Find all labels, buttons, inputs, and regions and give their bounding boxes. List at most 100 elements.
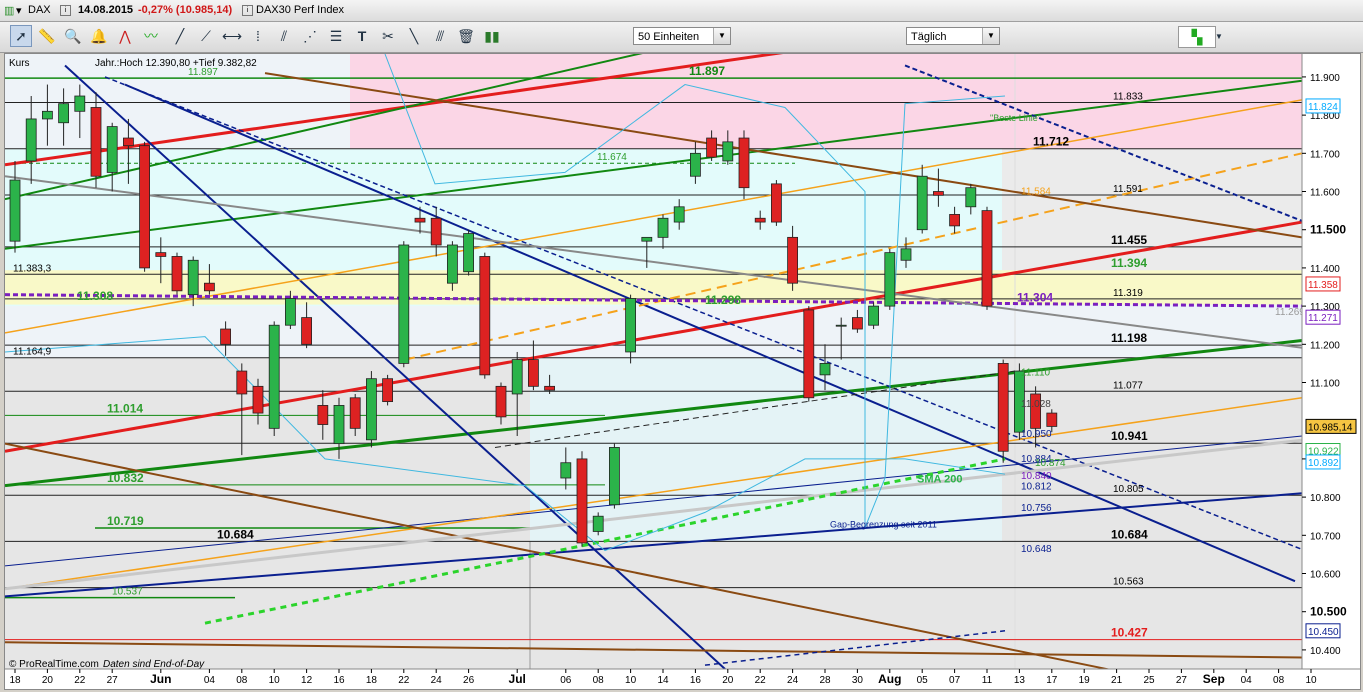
parallel-tool-icon[interactable]: ⫻: [430, 26, 450, 46]
y-tick-label: 11.200: [1310, 340, 1340, 351]
x-tick-label: 16: [690, 675, 702, 686]
price-tag-label: 11.824: [1308, 102, 1338, 113]
x-tick-label: 10: [1305, 675, 1317, 686]
price-chart[interactable]: 11.897 11.833 11.712 11.674 11.591 11.584 11.4…: [4, 33, 1360, 689]
candle: [981, 210, 993, 307]
candle: [203, 282, 215, 292]
vline-tool-icon[interactable]: ⁞: [248, 26, 268, 46]
y-tick-label: 10.500: [1310, 605, 1347, 619]
candle: [106, 126, 118, 173]
x-tick-label: 27: [1176, 675, 1188, 686]
candle: [544, 385, 555, 391]
bars-icon[interactable]: ▮▮: [482, 26, 502, 46]
ruler-tool-icon[interactable]: 📏: [37, 26, 57, 46]
hline-tool-icon[interactable]: ⟷: [222, 26, 242, 46]
level-label: 10.719: [107, 514, 144, 528]
pattern-tool-icon[interactable]: ⋀: [115, 26, 135, 46]
annotation: Gap-Begrenzung seit 2011: [830, 520, 937, 530]
candle: [349, 397, 361, 429]
candle: [123, 137, 134, 147]
candle: [609, 447, 620, 506]
candle: [706, 137, 717, 158]
level-label: 11.394: [1111, 256, 1147, 270]
candle: [268, 324, 280, 429]
level-label: 10.537: [112, 587, 143, 598]
symbol-arrow-icon[interactable]: ▾: [16, 4, 22, 17]
price-tag-label: 11.271: [1308, 313, 1338, 324]
candle: [58, 103, 69, 124]
x-tick-label: Aug: [878, 672, 901, 686]
symbol-label: DAX: [28, 4, 51, 16]
candle: [284, 298, 296, 326]
candle: [949, 214, 960, 227]
candle: [317, 405, 329, 425]
level-label: 10.840: [1021, 471, 1052, 482]
trash-icon[interactable]: 🗑: [456, 26, 476, 46]
alert-tool-icon[interactable]: 🔔: [89, 26, 109, 46]
y-tick-label: 10.700: [1310, 531, 1341, 542]
y-tick-label: 10.800: [1310, 493, 1341, 504]
indicator-icon[interactable]: ▚: [1178, 26, 1216, 48]
chart-header-label: Kurs: [9, 58, 30, 69]
x-tick-label: 16: [333, 675, 345, 686]
ray-tool-icon[interactable]: ⟋: [196, 26, 216, 46]
x-tick-label: 14: [657, 675, 669, 686]
candle: [382, 378, 394, 403]
level-label: 11.584: [1021, 187, 1051, 198]
x-tick-label: 24: [431, 675, 443, 686]
line-tool-icon[interactable]: ╲: [404, 26, 424, 46]
text-tool-icon[interactable]: T: [352, 26, 372, 46]
level-label: 10.805: [1113, 484, 1144, 495]
price-tag-label: 10.985,14: [1308, 422, 1353, 433]
pointer-tool-icon[interactable]: ➚: [10, 25, 32, 47]
level-label: 11.712: [1033, 135, 1069, 149]
candle: [884, 252, 896, 307]
wave-tool-icon[interactable]: 〰: [141, 26, 161, 46]
fibonacci-tool-icon[interactable]: ☰: [326, 26, 346, 46]
candle: [738, 137, 750, 189]
x-tick-label: 30: [852, 675, 864, 686]
candle: [187, 259, 199, 296]
candle: [722, 141, 734, 162]
x-tick-label: 24: [787, 675, 799, 686]
chart-icon: ▥: [4, 5, 15, 17]
date-label: 14.08.2015: [78, 4, 134, 16]
drawing-toolbar: ➚ 📏 🔍 🔔 ⋀ 〰 ╱ ⟋ ⟷ ⁞ ⫽ ⋰ ☰ T ✂ ╲ ⫻ 🗑 ▮▮ 5…: [0, 22, 1363, 53]
candle: [25, 118, 37, 162]
units-select[interactable]: 50 Einheiten ▼: [633, 27, 731, 45]
candle: [592, 515, 604, 532]
x-tick-label: 25: [1143, 675, 1155, 686]
candle: [398, 244, 410, 364]
chart-panel[interactable]: 11.897 11.833 11.712 11.674 11.591 11.584 11.4…: [4, 33, 1361, 690]
level-label: 11.014: [107, 401, 143, 415]
chart-header-range: Jahr.:Hoch 12.390,80 +Tief 9.382,82: [95, 58, 257, 69]
period-select[interactable]: Täglich ▼: [906, 27, 1000, 45]
trendline-tool-icon[interactable]: ╱: [170, 26, 190, 46]
x-tick-label: 13: [1014, 675, 1026, 686]
candle: [900, 248, 912, 261]
tools-icon[interactable]: ✂: [378, 26, 398, 46]
fan-tool-icon[interactable]: ⋰: [300, 26, 320, 46]
info-icon[interactable]: i: [60, 5, 71, 16]
level-label: 11.077: [1113, 380, 1143, 391]
x-tick-label: 08: [236, 675, 248, 686]
x-tick-label: 08: [593, 675, 605, 686]
info-icon-2[interactable]: i: [242, 5, 253, 16]
candle: [479, 256, 491, 376]
candle: [236, 370, 248, 395]
chevron-down-icon[interactable]: ▼: [982, 28, 999, 44]
zoom-tool-icon[interactable]: 🔍: [63, 26, 83, 46]
channel-tool-icon[interactable]: ⫽: [274, 26, 294, 46]
level-label: 11.383,3: [13, 263, 52, 274]
x-tick-label: 22: [755, 675, 767, 686]
chevron-down-icon[interactable]: ▼: [1214, 26, 1224, 46]
candle: [625, 298, 636, 353]
level-label: 10.950: [1021, 429, 1052, 440]
candle: [74, 95, 86, 112]
x-tick-label: 10: [625, 675, 637, 686]
x-tick-label: 17: [1046, 675, 1058, 686]
x-tick-label: Jun: [150, 672, 171, 686]
chevron-down-icon[interactable]: ▼: [713, 28, 730, 44]
candle: [690, 152, 701, 177]
candle: [852, 317, 863, 330]
